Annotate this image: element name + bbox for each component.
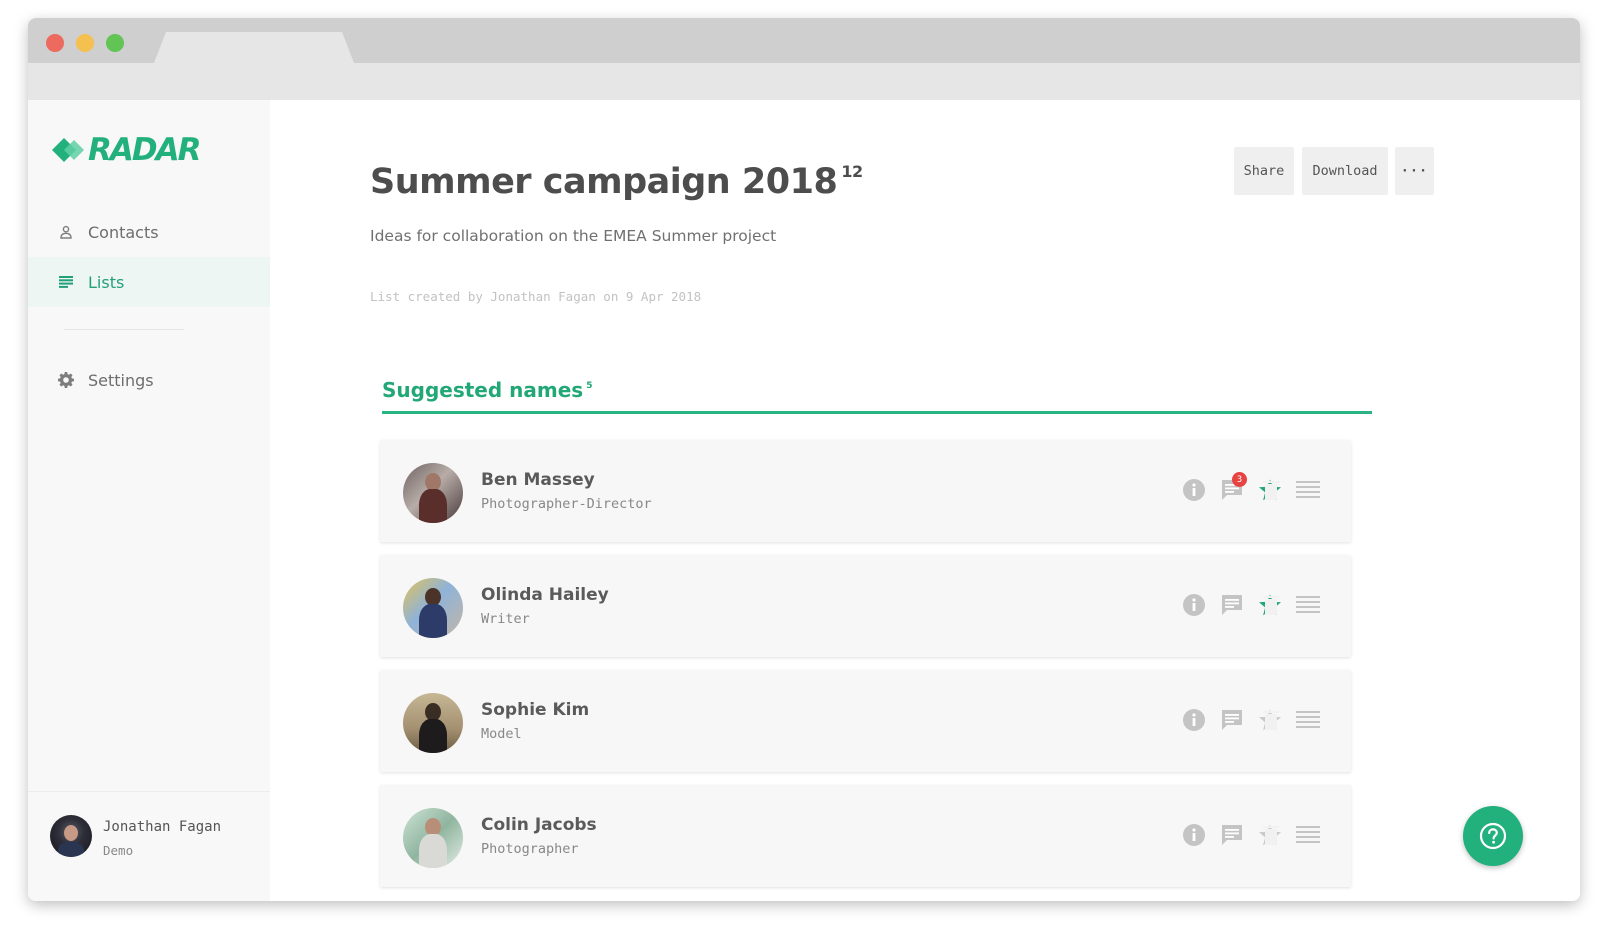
app: RADAR Contacts Lists Settings Jonathan F… bbox=[28, 100, 1580, 901]
list-icon bbox=[58, 274, 74, 290]
browser-toolbar bbox=[28, 63, 1580, 100]
info-icon[interactable] bbox=[1179, 705, 1209, 735]
list-description: Ideas for collaboration on the EMEA Summ… bbox=[370, 227, 777, 245]
info-icon[interactable] bbox=[1179, 475, 1209, 505]
item-actions bbox=[1179, 705, 1331, 735]
list-count: 12 bbox=[841, 162, 863, 181]
download-button[interactable]: Download bbox=[1302, 147, 1388, 195]
person-icon bbox=[58, 224, 74, 240]
comment-icon[interactable] bbox=[1217, 590, 1247, 620]
avatar bbox=[50, 815, 92, 857]
trash-icon[interactable] bbox=[1263, 710, 1279, 730]
drag-handle-icon[interactable] bbox=[1293, 475, 1323, 505]
gear-icon bbox=[58, 372, 74, 388]
avatar bbox=[403, 578, 463, 638]
list-item[interactable]: Olinda Hailey Writer bbox=[380, 555, 1351, 657]
list-item[interactable]: Colin Jacobs Photographer bbox=[380, 785, 1351, 887]
info-icon[interactable] bbox=[1179, 590, 1209, 620]
section-count: 5 bbox=[586, 381, 593, 391]
sidebar-divider bbox=[64, 329, 184, 330]
brand-logo[interactable]: RADAR bbox=[52, 132, 201, 168]
main-content: Summer campaign 2018 12 Ideas for collabo… bbox=[270, 100, 1580, 901]
comment-count-badge: 3 bbox=[1232, 472, 1247, 487]
trash-icon[interactable] bbox=[1263, 595, 1279, 615]
person-role: Photographer bbox=[481, 841, 579, 857]
list-meta: List created by Jonathan Fagan on 9 Apr … bbox=[370, 289, 702, 304]
section-header: Suggested names 5 bbox=[382, 370, 1372, 414]
person-role: Model bbox=[481, 726, 522, 742]
person-name: Olinda Hailey bbox=[481, 585, 609, 605]
page-title: Summer campaign 2018 12 bbox=[370, 162, 863, 202]
item-actions bbox=[1179, 590, 1331, 620]
sidebar-item-lists[interactable]: Lists bbox=[28, 257, 270, 307]
person-name: Sophie Kim bbox=[481, 700, 590, 720]
avatar bbox=[403, 808, 463, 868]
item-actions bbox=[1179, 820, 1331, 850]
title-bar bbox=[28, 18, 1580, 63]
sidebar: RADAR Contacts Lists Settings Jonathan F… bbox=[28, 100, 270, 901]
list-item[interactable]: Sophie Kim Model bbox=[380, 670, 1351, 772]
help-icon bbox=[1479, 822, 1507, 850]
sidebar-item-settings[interactable]: Settings bbox=[28, 355, 270, 405]
user-profile[interactable]: Jonathan Fagan Demo bbox=[28, 791, 270, 901]
avatar bbox=[403, 463, 463, 523]
user-name: Jonathan Fagan bbox=[103, 819, 222, 835]
person-role: Writer bbox=[481, 611, 530, 627]
comment-icon[interactable]: 3 bbox=[1217, 472, 1247, 505]
avatar bbox=[403, 693, 463, 753]
share-button[interactable]: Share bbox=[1234, 147, 1294, 195]
browser-window: RADAR Contacts Lists Settings Jonathan F… bbox=[28, 18, 1580, 901]
person-role: Photographer-Director bbox=[481, 496, 652, 512]
info-icon[interactable] bbox=[1179, 820, 1209, 850]
help-button[interactable] bbox=[1463, 806, 1523, 866]
drag-handle-icon[interactable] bbox=[1293, 590, 1323, 620]
list-title: Summer campaign 2018 bbox=[370, 162, 838, 202]
person-name: Ben Massey bbox=[481, 470, 595, 490]
drag-handle-icon[interactable] bbox=[1293, 820, 1323, 850]
person-name: Colin Jacobs bbox=[481, 815, 597, 835]
brand-name: RADAR bbox=[88, 132, 201, 168]
trash-icon[interactable] bbox=[1263, 480, 1279, 500]
radar-logo-icon bbox=[52, 138, 84, 162]
more-options-button[interactable]: ··· bbox=[1395, 147, 1434, 195]
comment-icon[interactable] bbox=[1217, 705, 1247, 735]
minimize-window-button[interactable] bbox=[76, 34, 94, 52]
item-actions: 3 bbox=[1179, 472, 1331, 505]
comment-icon[interactable] bbox=[1217, 820, 1247, 850]
section-title[interactable]: Suggested names 5 bbox=[382, 378, 592, 402]
sidebar-item-label: Settings bbox=[88, 370, 154, 390]
close-window-button[interactable] bbox=[46, 34, 64, 52]
user-role: Demo bbox=[103, 843, 134, 858]
drag-handle-icon[interactable] bbox=[1293, 705, 1323, 735]
browser-tab[interactable] bbox=[154, 32, 354, 63]
sidebar-item-label: Contacts bbox=[88, 222, 159, 242]
maximize-window-button[interactable] bbox=[106, 34, 124, 52]
sidebar-item-label: Lists bbox=[88, 272, 125, 292]
list-item[interactable]: Ben Massey Photographer-Director 3 bbox=[380, 440, 1351, 542]
sidebar-item-contacts[interactable]: Contacts bbox=[28, 207, 270, 257]
trash-icon[interactable] bbox=[1263, 825, 1279, 845]
